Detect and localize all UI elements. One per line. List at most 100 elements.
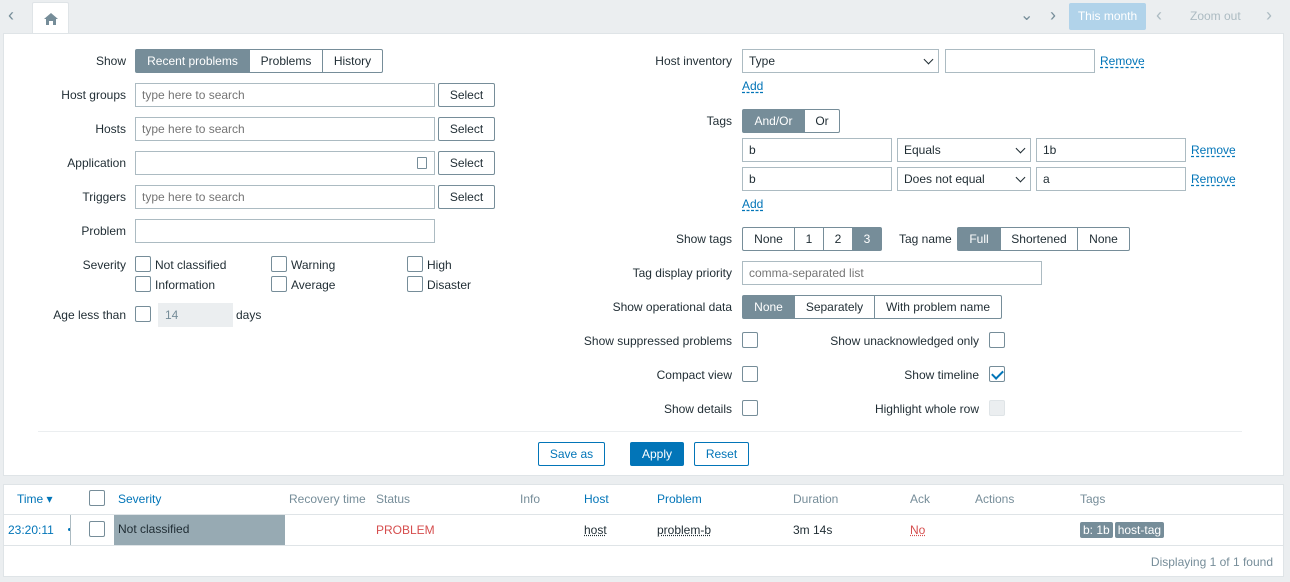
apply-button[interactable]: Apply [630,442,684,466]
save-as-button[interactable]: Save as [538,442,605,466]
host-groups-label: Host groups [61,88,126,102]
tab-bar: ‹ ⌄ › This month ‹ Zoom out › [0,0,1290,34]
select-all-checkbox[interactable] [89,490,105,506]
show-suppressed-label: Show suppressed problems [583,334,732,348]
ack-header: Ack [910,492,931,506]
show-timeline-checkbox[interactable] [989,366,1005,382]
show-tags-none[interactable]: None [742,227,795,251]
triggers-input[interactable] [135,185,435,209]
host-link[interactable]: host [584,523,607,537]
triggers-select-button[interactable]: Select [438,185,495,209]
row-checkbox[interactable] [89,521,105,537]
tags-add-link[interactable]: Add [742,197,763,211]
operational-with-problem-name[interactable]: With problem name [874,295,1002,319]
tag-display-priority-label: Tag display priority [632,266,732,280]
tags-or-option[interactable]: Or [804,109,840,133]
severity-warning-checkbox[interactable] [271,256,287,272]
application-select-button[interactable]: Select [438,151,495,175]
show-details-label: Show details [663,402,732,416]
unacknowledged-checkbox[interactable] [989,332,1005,348]
severity-average-label: Average [291,278,336,292]
show-tags-1[interactable]: 1 [794,227,824,251]
previous-tab-icon[interactable]: ‹ [8,6,14,24]
time-link[interactable]: 23:20:11 [8,523,54,537]
show-suppressed-checkbox[interactable] [742,332,758,348]
hosts-input[interactable] [135,117,435,141]
table-row: 23:20:11 Not classified PROBLEM host pro… [4,514,1283,546]
tags-andor-option[interactable]: And/Or [742,109,805,133]
tag-display-priority-input[interactable] [742,261,1042,285]
tag-badge[interactable]: host-tag [1114,522,1165,538]
tag-value-input[interactable] [1036,167,1186,191]
show-details-checkbox[interactable] [742,400,758,416]
lookup-icon [417,157,427,169]
application-input[interactable] [135,151,435,175]
show-timeline-label: Show timeline [904,368,979,382]
operational-separately[interactable]: Separately [794,295,875,319]
tag-name-input[interactable] [742,138,892,162]
host-inventory-value-input[interactable] [945,49,1095,73]
age-checkbox[interactable] [135,306,151,322]
time-header[interactable]: Time ▾ [17,492,53,506]
age-days-input[interactable] [158,303,233,327]
timeline-line [70,515,71,545]
ack-link[interactable]: No [910,523,925,537]
info-header: Info [520,492,541,506]
tag-badge[interactable]: b: 1b [1080,522,1113,538]
tag-operator-select[interactable]: Does not equal [897,167,1031,191]
show-tags-2[interactable]: 2 [823,227,853,251]
home-tab[interactable] [32,2,69,34]
severity-not-classified-checkbox[interactable] [135,256,151,272]
tag-name-selector: Full Shortened None [957,227,1130,251]
show-tags-3[interactable]: 3 [852,227,882,251]
show-selector: Recent problems Problems History [135,49,383,73]
highlight-row-checkbox[interactable] [989,400,1005,416]
next-period-icon[interactable]: › [1050,6,1056,24]
host-groups-select-button[interactable]: Select [438,83,495,107]
chevron-down-icon [1015,172,1026,183]
show-history[interactable]: History [322,49,383,73]
host-inventory-add-link[interactable]: Add [742,79,763,93]
host-inventory-label: Host inventory [655,54,732,68]
severity-high-checkbox[interactable] [407,256,423,272]
compact-view-label: Compact view [656,368,732,382]
reset-button[interactable]: Reset [694,442,749,466]
next-zoom-icon[interactable]: › [1266,6,1272,24]
severity-information-checkbox[interactable] [135,276,151,292]
tag-name-shortened[interactable]: Shortened [1000,227,1078,251]
problem-link[interactable]: problem-b [657,523,711,537]
recovery-time-header: Recovery time [289,492,366,506]
tags-label: Tags [706,114,732,128]
tag-name-full[interactable]: Full [957,227,1001,251]
table-footer: Displaying 1 of 1 found [1150,555,1273,569]
tag-remove-link[interactable]: Remove [1191,143,1236,157]
tag-value-input[interactable] [1036,138,1186,162]
host-groups-input[interactable] [135,83,435,107]
chevron-down-icon[interactable]: ⌄ [1020,7,1033,25]
actions-header: Actions [975,492,1015,506]
severity-header[interactable]: Severity [118,492,161,506]
tag-name-input[interactable] [742,167,892,191]
problem-input[interactable] [135,219,435,243]
host-header[interactable]: Host [584,492,609,506]
operational-none[interactable]: None [742,295,795,319]
tag-remove-link[interactable]: Remove [1191,172,1236,186]
tags-header: Tags [1080,492,1106,506]
severity-disaster-label: Disaster [427,278,472,292]
host-inventory-remove-link[interactable]: Remove [1100,54,1145,68]
duration-value: 3m 14s [793,523,833,537]
zoom-out-button[interactable]: Zoom out [1190,9,1241,23]
compact-view-checkbox[interactable] [742,366,758,382]
problem-header[interactable]: Problem [657,492,702,506]
chevron-down-icon [923,54,934,65]
this-month-button[interactable]: This month [1069,3,1146,30]
host-inventory-select[interactable]: Type [742,49,939,73]
previous-period-icon[interactable]: ‹ [1156,6,1162,24]
severity-average-checkbox[interactable] [271,276,287,292]
severity-disaster-checkbox[interactable] [407,276,423,292]
tag-operator-select[interactable]: Equals [897,138,1031,162]
hosts-select-button[interactable]: Select [438,117,495,141]
show-recent-problems[interactable]: Recent problems [135,49,250,73]
show-problems[interactable]: Problems [249,49,323,73]
tag-name-none[interactable]: None [1077,227,1130,251]
